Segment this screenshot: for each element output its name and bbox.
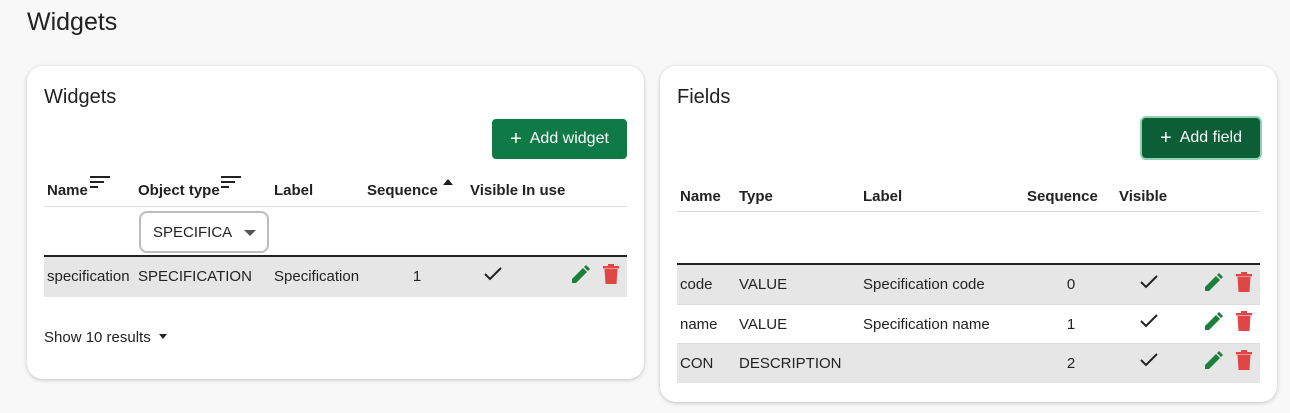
add-widget-label: Add widget — [529, 130, 609, 147]
column-header-type: Type — [739, 188, 773, 205]
plus-icon: + — [510, 128, 522, 150]
sort-lines-icon[interactable] — [90, 176, 112, 190]
row-label: Specification — [274, 268, 360, 285]
object-type-filter-value: SPECIFICA — [153, 223, 233, 241]
row-name: specification — [47, 268, 130, 285]
check-icon — [484, 267, 502, 281]
pagination-dropdown[interactable]: Show 10 results — [44, 329, 167, 346]
add-field-label: Add field — [1179, 129, 1242, 146]
row-type: VALUE — [739, 316, 788, 333]
add-field-button[interactable]: + Add field — [1142, 118, 1260, 158]
row-sequence: 2 — [1066, 355, 1076, 372]
chevron-down-icon — [158, 334, 167, 339]
fields-card: Fields + Add field Name Type Label Seque… — [660, 66, 1277, 402]
pencil-icon[interactable] — [1203, 273, 1223, 293]
column-header-visible: Visible — [1119, 188, 1168, 205]
widgets-card: Widgets + Add widget Name Object type La… — [27, 66, 644, 379]
pencil-icon[interactable] — [570, 265, 590, 285]
fields-card-title: Fields — [677, 86, 731, 108]
row-label: Specification name — [863, 316, 990, 333]
row-divider — [677, 304, 1260, 305]
chevron-down-icon — [244, 230, 256, 236]
row-sequence: 1 — [412, 268, 422, 285]
check-icon — [1140, 275, 1158, 289]
column-header-sequence[interactable]: Sequence — [367, 182, 438, 199]
trash-icon[interactable] — [1236, 272, 1252, 292]
pencil-icon[interactable] — [1203, 312, 1223, 332]
trash-icon[interactable] — [1236, 311, 1252, 331]
column-header-label: Label — [274, 182, 314, 199]
row-type: VALUE — [739, 276, 788, 293]
column-header-sequence: Sequence — [1027, 188, 1098, 205]
header-divider — [44, 206, 627, 207]
row-name: CON — [680, 355, 714, 372]
column-header-in-use: In use — [522, 182, 566, 199]
row-sequence: 1 — [1066, 316, 1076, 333]
trash-icon[interactable] — [1236, 350, 1252, 370]
check-icon — [1140, 314, 1158, 328]
sort-lines-icon[interactable] — [221, 176, 243, 190]
plus-icon: + — [1160, 127, 1172, 149]
pencil-icon[interactable] — [1203, 351, 1223, 371]
sort-ascending-arrow-icon[interactable] — [443, 179, 453, 185]
add-widget-button[interactable]: + Add widget — [492, 119, 627, 159]
object-type-filter-select[interactable]: SPECIFICA — [139, 211, 269, 253]
row-type: DESCRIPTION — [739, 355, 842, 372]
check-icon — [1140, 353, 1158, 367]
column-header-name: Name — [680, 188, 721, 205]
row-name: code — [680, 276, 713, 293]
trash-icon[interactable] — [603, 264, 619, 284]
row-sequence: 0 — [1066, 276, 1076, 293]
column-header-visible: Visible — [470, 182, 519, 199]
row-name: name — [680, 316, 718, 333]
column-header-name[interactable]: Name — [47, 182, 88, 199]
row-object-type: SPECIFICATION — [138, 268, 252, 285]
widgets-card-title: Widgets — [44, 86, 117, 108]
page-title: Widgets — [27, 8, 118, 36]
pagination-label: Show 10 results — [44, 329, 151, 346]
column-header-label: Label — [863, 188, 903, 205]
column-header-object-type[interactable]: Object type — [138, 182, 220, 199]
row-label: Specification code — [863, 276, 985, 293]
header-divider — [677, 211, 1260, 212]
